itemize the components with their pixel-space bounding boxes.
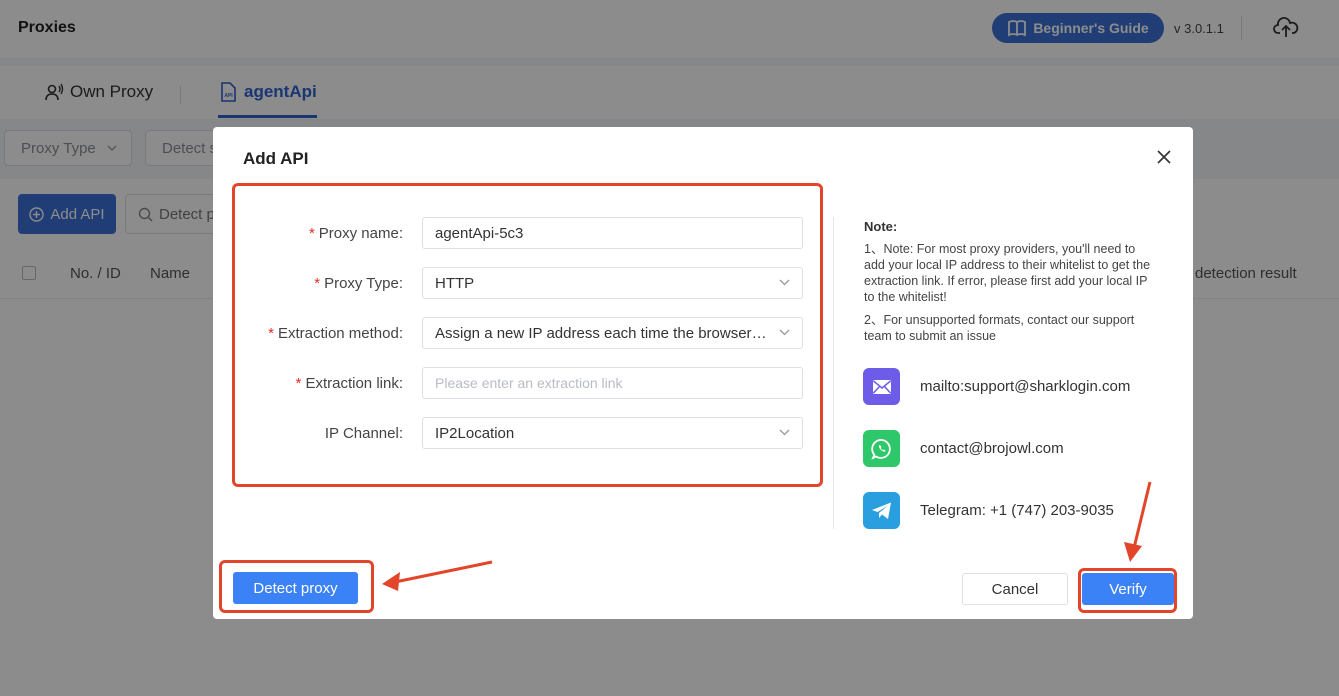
telegram-icon	[863, 492, 900, 529]
contact-email[interactable]: mailto:support@sharklogin.com	[863, 368, 1130, 405]
chevron-down-icon	[779, 329, 790, 336]
detect-proxy-button[interactable]: Detect proxy	[233, 572, 358, 604]
contact-telegram-text: Telegram: +1 (747) 203-9035	[920, 502, 1114, 519]
proxy-name-input[interactable]: agentApi-5c3	[422, 217, 803, 249]
cancel-button[interactable]: Cancel	[962, 573, 1068, 605]
form-row-proxy-name: * Proxy name: agentApi-5c3	[213, 217, 813, 249]
chevron-down-icon	[779, 279, 790, 286]
contact-whatsapp-text: contact@brojowl.com	[920, 440, 1064, 457]
form-row-extraction-method: * Extraction method: Assign a new IP addr…	[213, 317, 813, 349]
whatsapp-icon	[863, 430, 900, 467]
extraction-link-label: * Extraction link:	[295, 375, 403, 392]
required-marker: *	[295, 375, 302, 392]
note-title: Note:	[864, 219, 898, 234]
extraction-method-select[interactable]: Assign a new IP address each time the br…	[422, 317, 803, 349]
mail-icon	[863, 368, 900, 405]
ip-channel-label: IP Channel:	[324, 425, 403, 442]
note-line-2: 2、For unsupported formats, contact our s…	[864, 313, 1135, 343]
contact-telegram[interactable]: Telegram: +1 (747) 203-9035	[863, 492, 1114, 529]
ip-channel-select[interactable]: IP2Location	[422, 417, 803, 449]
form-row-proxy-type: * Proxy Type: HTTP	[213, 267, 813, 299]
verify-button[interactable]: Verify	[1082, 573, 1174, 605]
extraction-link-input[interactable]: Please enter an extraction link	[422, 367, 803, 399]
divider	[833, 217, 834, 529]
close-icon[interactable]	[1156, 149, 1172, 165]
required-marker: *	[268, 325, 274, 342]
required-marker: *	[314, 275, 321, 292]
proxy-type-label: * Proxy Type:	[314, 275, 403, 292]
chevron-down-icon	[779, 429, 790, 436]
form-row-extraction-link: * Extraction link: Please enter an extrac…	[213, 367, 813, 399]
note-line-1: 1、Note: For most proxy providers, you'll…	[864, 242, 1151, 304]
contact-email-text: mailto:support@sharklogin.com	[920, 378, 1131, 395]
contact-whatsapp[interactable]: contact@brojowl.com	[863, 430, 1064, 467]
proxy-type-select[interactable]: HTTP	[422, 267, 803, 299]
add-api-dialog: Add API * Proxy name: agentApi-5c3 * Proxy…	[213, 127, 1193, 619]
proxy-name-label: * Proxy name:	[308, 225, 403, 242]
dialog-title: Add API	[243, 149, 309, 168]
form-row-ip-channel: IP Channel: IP2Location	[213, 417, 813, 449]
required-marker: *	[308, 225, 315, 242]
extraction-method-label: * Extraction method:	[268, 325, 403, 342]
